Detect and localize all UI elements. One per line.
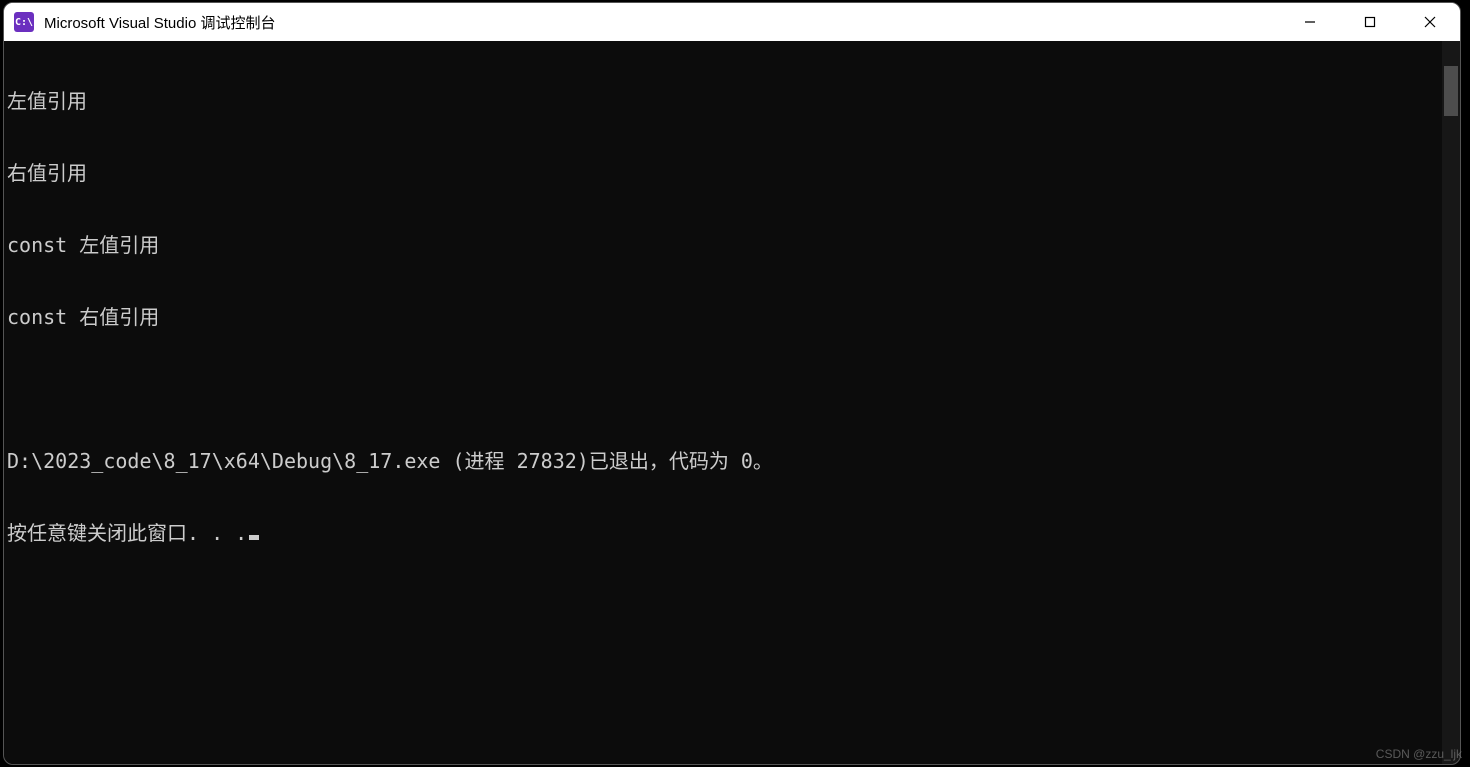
window-title: Microsoft Visual Studio 调试控制台 [44, 12, 1280, 33]
console-wrap: 左值引用 右值引用 const 左值引用 const 右值引用 D:\2023_… [4, 41, 1460, 764]
minimize-button[interactable] [1280, 3, 1340, 41]
minimize-icon [1304, 16, 1316, 28]
output-line: D:\2023_code\8_17\x64\Debug\8_17.exe (进程… [7, 449, 1439, 473]
watermark: CSDN @zzu_ljk [1376, 747, 1462, 761]
prompt-line: 按任意键关闭此窗口. . . [7, 521, 1439, 545]
output-line: const 右值引用 [7, 305, 1439, 329]
window-controls [1280, 3, 1460, 41]
maximize-button[interactable] [1340, 3, 1400, 41]
output-line [7, 377, 1439, 401]
maximize-icon [1364, 16, 1376, 28]
output-line: 右值引用 [7, 161, 1439, 185]
scrollbar-track[interactable] [1442, 41, 1460, 764]
titlebar[interactable]: C:\ Microsoft Visual Studio 调试控制台 [4, 3, 1460, 41]
console-window: C:\ Microsoft Visual Studio 调试控制台 左值引用 右… [3, 2, 1461, 765]
prompt-text: 按任意键关闭此窗口. . . [7, 521, 247, 545]
output-line: const 左值引用 [7, 233, 1439, 257]
scrollbar-thumb[interactable] [1444, 66, 1458, 116]
close-icon [1424, 16, 1436, 28]
close-button[interactable] [1400, 3, 1460, 41]
app-icon: C:\ [14, 12, 34, 32]
console-output[interactable]: 左值引用 右值引用 const 左值引用 const 右值引用 D:\2023_… [4, 41, 1442, 764]
cursor [249, 535, 259, 540]
output-line: 左值引用 [7, 89, 1439, 113]
